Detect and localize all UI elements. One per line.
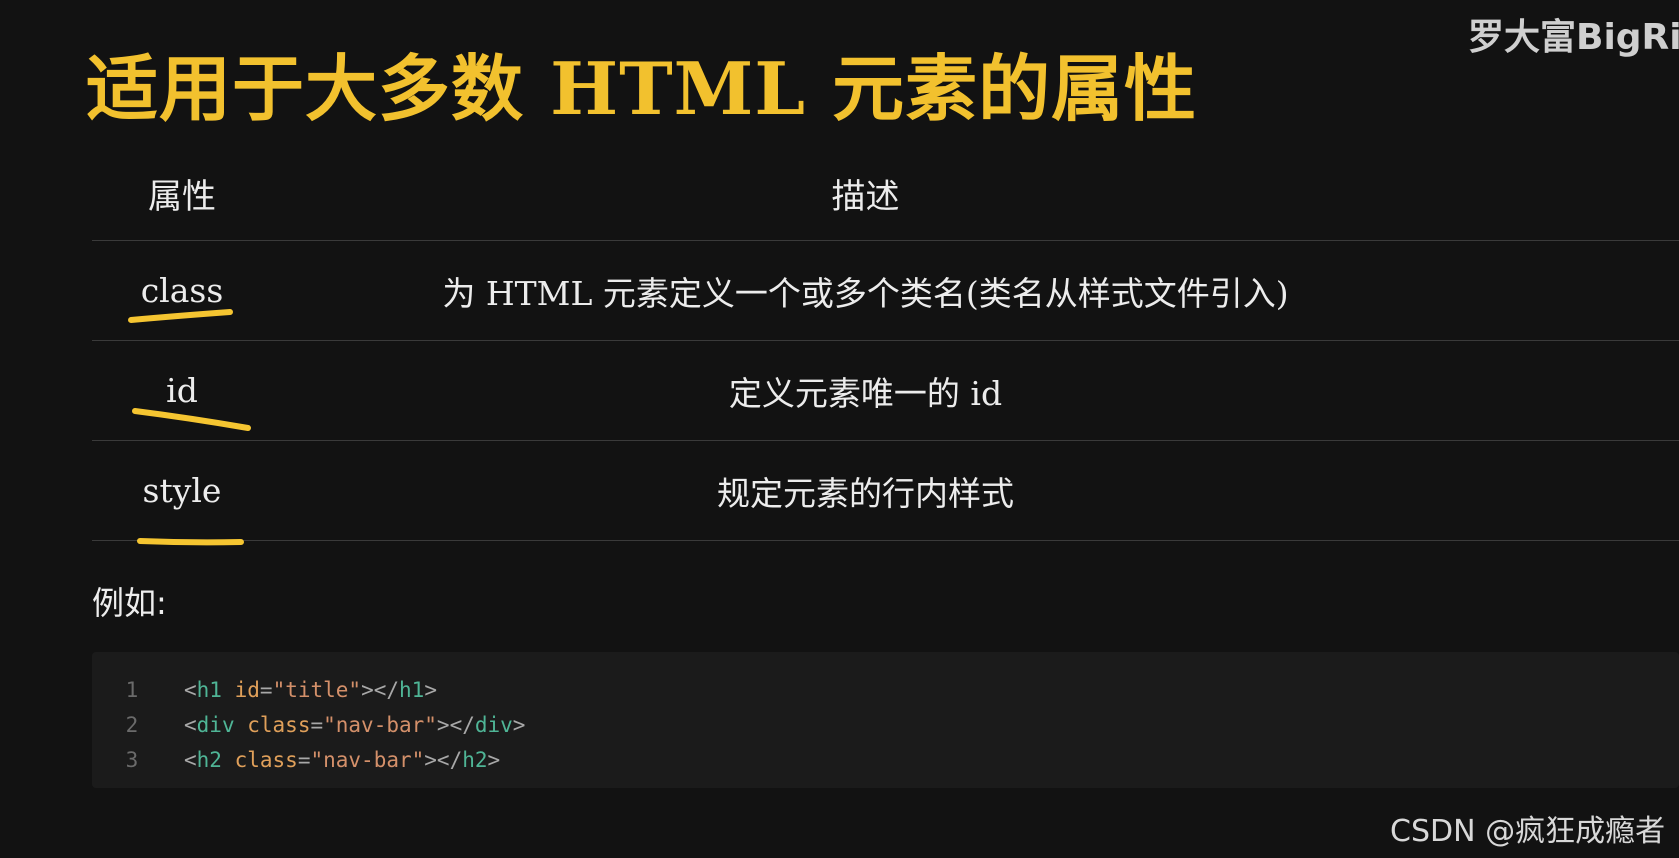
underline-style-mark — [137, 538, 244, 546]
header-desc: 描述 — [831, 176, 900, 217]
row-attr-class: class — [140, 271, 224, 310]
page-title: 适用于大多数 HTML 元素的属性 — [86, 46, 1198, 131]
line-number: 2 — [125, 712, 139, 737]
row-desc-style: 规定元素的行内样式 — [717, 473, 1014, 513]
example-label: 例如: — [92, 584, 167, 622]
table-header-row: 属性 描述 — [92, 146, 1679, 241]
code-text: <h2 class="nav-bar"></h2> — [184, 747, 501, 772]
row-attr-id: id — [166, 371, 198, 410]
row-desc-id: 定义元素唯一的 id — [728, 373, 1003, 413]
table-row: class 为 HTML 元素定义一个或多个类名(类名从样式文件引入) — [92, 241, 1679, 341]
watermark-bottom: CSDN @疯狂成瘾者 — [1390, 814, 1666, 849]
code-line: 3 <h2 class="nav-bar"></h2> — [92, 742, 1679, 777]
slide-page: 罗大富BigRic 适用于大多数 HTML 元素的属性 属性 描述 class … — [0, 0, 1679, 858]
code-line: 1 <h1 id="title"></h1> — [92, 672, 1679, 707]
code-text: <h1 id="title"></h1> — [184, 677, 437, 702]
code-block: 1 <h1 id="title"></h1> 2 <div class="nav… — [92, 652, 1679, 788]
header-attr: 属性 — [148, 176, 216, 217]
line-number: 3 — [125, 747, 139, 772]
row-desc-class: 为 HTML 元素定义一个或多个类名(类名从样式文件引入) — [442, 273, 1289, 313]
attributes-table: 属性 描述 class 为 HTML 元素定义一个或多个类名(类名从样式文件引入… — [92, 146, 1679, 541]
line-number: 1 — [125, 677, 139, 702]
table-row: id 定义元素唯一的 id — [92, 341, 1679, 441]
table-row: style 规定元素的行内样式 — [92, 441, 1679, 541]
code-text: <div class="nav-bar"></div> — [184, 712, 526, 737]
watermark-top: 罗大富BigRic — [1468, 17, 1679, 58]
code-line: 2 <div class="nav-bar"></div> — [92, 707, 1679, 742]
row-attr-style: style — [142, 471, 222, 510]
